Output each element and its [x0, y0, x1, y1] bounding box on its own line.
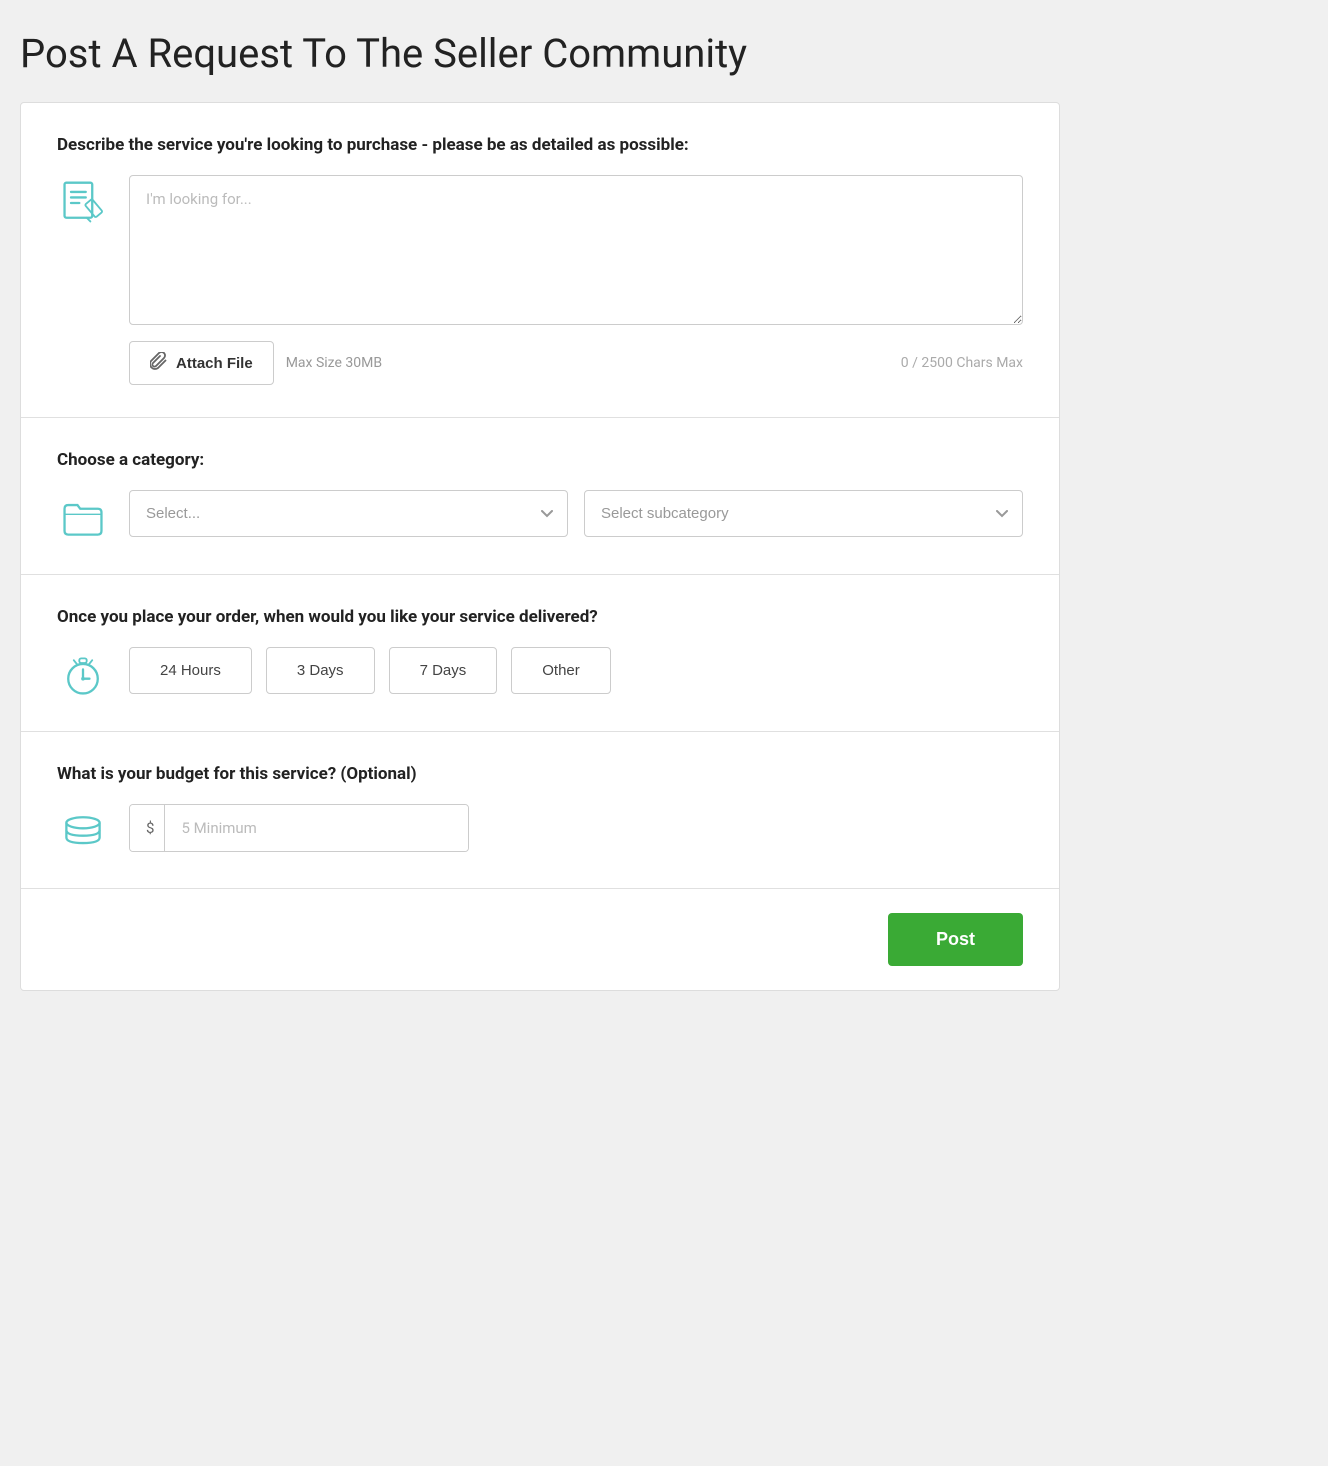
- category-content: Select... Select subcategory: [57, 490, 1023, 542]
- budget-input-wrapper: $: [129, 804, 469, 852]
- describe-section: Describe the service you're looking to p…: [21, 103, 1059, 418]
- budget-label: What is your budget for this service? (O…: [57, 764, 1023, 784]
- category-select[interactable]: Select...: [129, 490, 568, 537]
- post-section: Post: [21, 889, 1059, 990]
- char-count: 0 / 2500 Chars Max: [901, 355, 1023, 371]
- describe-content: Attach File Max Size 30MB 0 / 2500 Chars…: [57, 175, 1023, 385]
- budget-content: $: [57, 804, 1023, 856]
- timer-icon: [57, 647, 109, 699]
- category-label: Choose a category:: [57, 450, 1023, 470]
- delivery-24h-button[interactable]: 24 Hours: [129, 647, 252, 694]
- paperclip-icon: [150, 352, 168, 374]
- subcategory-select[interactable]: Select subcategory: [584, 490, 1023, 537]
- delivery-other-button[interactable]: Other: [511, 647, 611, 694]
- category-selects: Select... Select subcategory: [129, 490, 1023, 537]
- file-size-info: Max Size 30MB: [286, 355, 382, 371]
- delivery-7d-button[interactable]: 7 Days: [389, 647, 498, 694]
- delivery-label: Once you place your order, when would yo…: [57, 607, 1023, 627]
- document-icon: [57, 175, 109, 227]
- textarea-wrapper: Attach File Max Size 30MB 0 / 2500 Chars…: [129, 175, 1023, 385]
- describe-label: Describe the service you're looking to p…: [57, 135, 1023, 155]
- delivery-3d-button[interactable]: 3 Days: [266, 647, 375, 694]
- delivery-buttons: 24 Hours 3 Days 7 Days Other: [129, 647, 611, 694]
- budget-section: What is your budget for this service? (O…: [21, 732, 1059, 889]
- post-button[interactable]: Post: [888, 913, 1023, 966]
- delivery-section: Once you place your order, when would yo…: [21, 575, 1059, 732]
- attach-file-button[interactable]: Attach File: [129, 341, 274, 385]
- form-container: Describe the service you're looking to p…: [20, 102, 1060, 991]
- description-textarea[interactable]: [129, 175, 1023, 325]
- delivery-content: 24 Hours 3 Days 7 Days Other: [57, 647, 1023, 699]
- folder-icon: [57, 490, 109, 542]
- currency-symbol: $: [130, 805, 165, 851]
- footer-left: Attach File Max Size 30MB: [129, 341, 382, 385]
- money-icon: [57, 804, 109, 856]
- page-title: Post A Request To The Seller Community: [20, 30, 1308, 78]
- attach-file-label: Attach File: [176, 355, 253, 372]
- category-section: Choose a category: Select... Select subc…: [21, 418, 1059, 575]
- budget-input[interactable]: [165, 805, 468, 851]
- textarea-footer: Attach File Max Size 30MB 0 / 2500 Chars…: [129, 341, 1023, 385]
